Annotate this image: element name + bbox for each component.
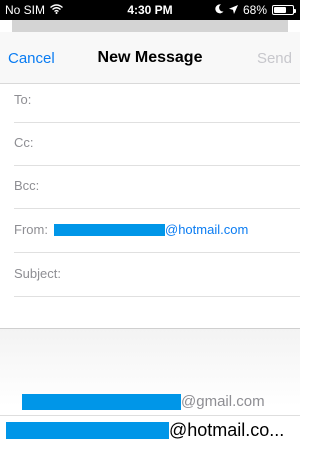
battery-icon [272, 5, 296, 15]
from-field[interactable]: From: @hotmail.com [14, 210, 300, 253]
from-label: From: [14, 222, 48, 237]
suggestion-divider [0, 415, 300, 416]
bcc-label: Bcc: [14, 178, 40, 193]
location-arrow-icon [228, 3, 238, 17]
to-label: To: [14, 92, 32, 107]
redacted-username [54, 223, 165, 236]
status-bar: No SIM 4:30 PM 68% [0, 0, 300, 20]
suggestion-item-hotmail[interactable]: @hotmail.co... [6, 420, 306, 441]
to-field[interactable]: To: [14, 80, 300, 123]
moon-icon [215, 3, 224, 17]
background-sheet [12, 20, 288, 32]
cc-label: Cc: [14, 135, 34, 150]
page-title: New Message [97, 49, 203, 66]
navigation-bar: Cancel New Message Send [0, 32, 300, 84]
suggestion-domain: @hotmail.co... [169, 420, 285, 440]
battery-level [274, 7, 287, 13]
from-domain: @hotmail.com [165, 222, 249, 237]
bcc-field[interactable]: Bcc: [14, 166, 300, 209]
message-body[interactable] [0, 300, 300, 328]
suggestion-domain: @gmail.com [181, 393, 265, 410]
from-value[interactable]: @hotmail.com [54, 222, 248, 237]
subject-field[interactable]: Subject: [14, 254, 300, 297]
redacted-username [6, 422, 169, 439]
redacted-username [22, 393, 181, 410]
subject-label: Subject: [14, 266, 61, 281]
suggestion-item-gmail[interactable]: @gmail.com [22, 393, 320, 410]
send-button[interactable]: Send [257, 50, 292, 67]
cc-field[interactable]: Cc: [14, 123, 300, 166]
status-right: 68% [215, 3, 296, 17]
battery-percent: 68% [242, 3, 267, 17]
